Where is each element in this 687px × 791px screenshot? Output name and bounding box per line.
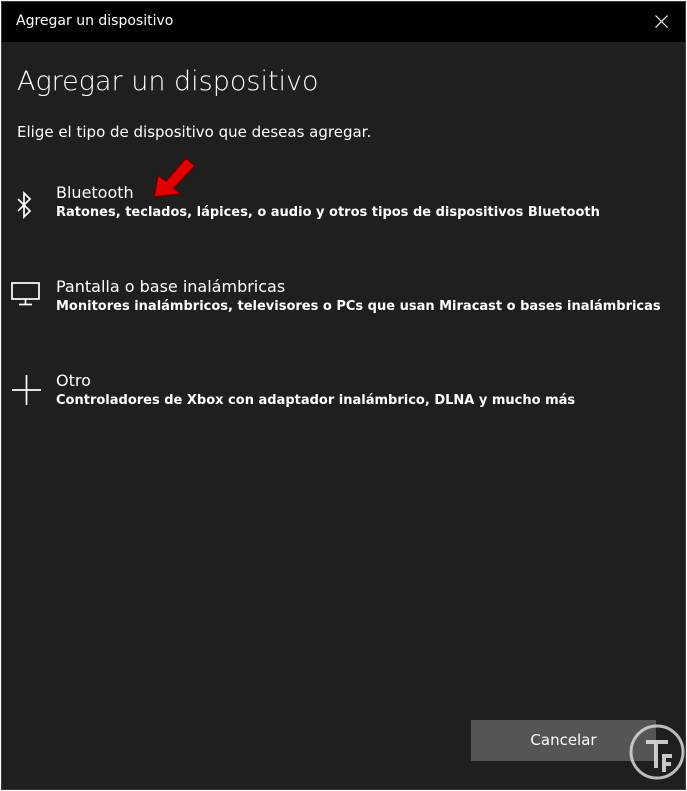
close-button[interactable]: [639, 2, 685, 42]
option-wireless-display[interactable]: Pantalla o base inalámbricas Monitores i…: [2, 277, 661, 337]
option-title: Otro: [56, 371, 91, 390]
option-title: Bluetooth: [56, 183, 134, 202]
option-description: Ratones, teclados, lápices, o audio y ot…: [56, 205, 600, 220]
red-arrow-annotation: [153, 157, 196, 198]
bluetooth-icon: [10, 183, 40, 220]
add-device-dialog: Agregar un dispositivo Agregar un dispos…: [1, 1, 686, 790]
option-title: Pantalla o base inalámbricas: [56, 277, 286, 296]
option-other[interactable]: Otro Controladores de Xbox con adaptador…: [2, 371, 642, 431]
page-title: Agregar un dispositivo: [17, 66, 319, 97]
page-subtitle: Elige el tipo de dispositivo que deseas …: [17, 123, 372, 141]
close-icon: [655, 15, 668, 28]
monitor-icon: [10, 277, 40, 313]
title-bar[interactable]: Agregar un dispositivo: [2, 2, 685, 42]
watermark-logo-icon: [629, 724, 685, 780]
window-title: Agregar un dispositivo: [16, 13, 174, 29]
option-description: Monitores inalámbricos, televisores o PC…: [56, 299, 661, 314]
option-description: Controladores de Xbox con adaptador inal…: [56, 393, 576, 408]
plus-icon: [10, 371, 41, 407]
option-bluetooth[interactable]: Bluetooth Ratones, teclados, lápices, o …: [2, 183, 642, 243]
